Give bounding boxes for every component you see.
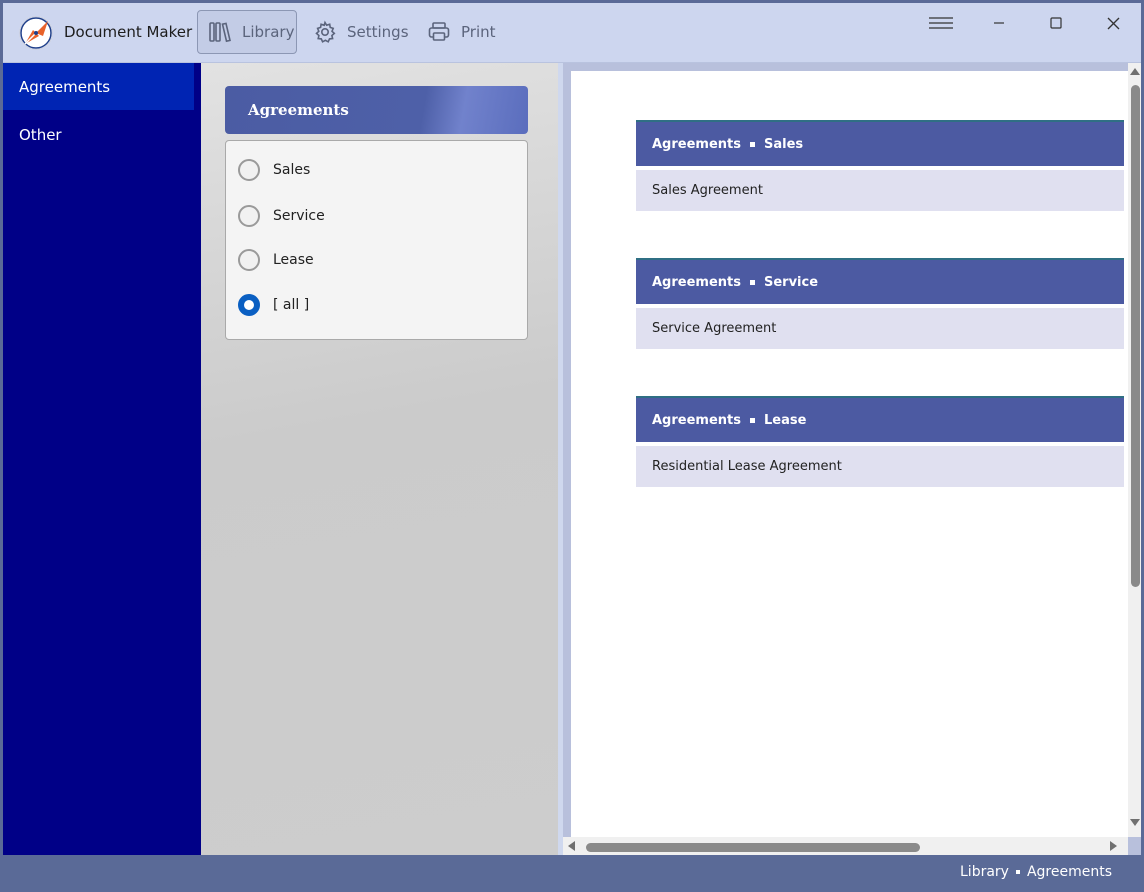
sidebar-item-label: Agreements: [19, 77, 111, 96]
status-bar: Library Agreements: [3, 855, 1141, 889]
minimize-icon[interactable]: [976, 8, 1022, 38]
category-radio-group: Sales Service Lease [ all ]: [225, 140, 528, 340]
library-button[interactable]: Library: [197, 10, 297, 54]
app-window: Document Maker Library Settings Print Ag…: [3, 3, 1141, 889]
section-subcategory: Service: [763, 274, 819, 290]
section-category: Agreements: [652, 136, 741, 152]
library-label: Library: [242, 23, 295, 41]
print-label: Print: [461, 23, 496, 41]
radio-button[interactable]: [238, 249, 260, 271]
bullet-separator: [749, 417, 755, 423]
filter-panel: Agreements Sales Service Lease [ all ]: [201, 63, 558, 855]
scroll-left-arrow-icon[interactable]: [568, 841, 575, 851]
section-subcategory: Sales: [763, 136, 804, 152]
bullet-separator: [749, 141, 755, 147]
document-link-sales-agreement[interactable]: Sales Agreement: [636, 170, 1124, 211]
title-bar: Document Maker Library Settings Print: [3, 3, 1141, 63]
breadcrumb-separator: [1015, 870, 1020, 874]
section-header: Agreements Lease: [636, 396, 1124, 442]
breadcrumb-item[interactable]: Agreements: [1027, 864, 1112, 880]
breadcrumb: Library Agreements: [960, 864, 1112, 880]
radio-button[interactable]: [238, 205, 260, 227]
document-link-service-agreement[interactable]: Service Agreement: [636, 308, 1124, 349]
sidebar: Agreements Other: [3, 63, 201, 855]
section-header: Agreements Service: [636, 258, 1124, 304]
radio-label: Sales: [273, 162, 311, 178]
pen-nib-logo-icon: [19, 16, 53, 50]
printer-icon: [427, 20, 451, 44]
radio-label: Service: [273, 208, 325, 224]
breadcrumb-item[interactable]: Library: [960, 864, 1009, 880]
radio-all[interactable]: [ all ]: [238, 291, 309, 319]
sidebar-item-agreements[interactable]: Agreements: [3, 63, 194, 110]
scroll-up-arrow-icon[interactable]: [1130, 68, 1140, 75]
horizontal-scroll-thumb[interactable]: [586, 843, 920, 852]
document-viewer: Agreements Sales Sales Agreement Agreeme…: [563, 63, 1141, 855]
bullet-separator: [749, 279, 755, 285]
section-header: Agreements Sales: [636, 120, 1124, 166]
horizontal-scrollbar[interactable]: [563, 837, 1128, 855]
radio-lease[interactable]: Lease: [238, 246, 314, 274]
radio-button[interactable]: [238, 159, 260, 181]
app-title: Document Maker: [64, 23, 193, 41]
radio-label: [ all ]: [273, 297, 310, 313]
radio-sales[interactable]: Sales: [238, 156, 310, 184]
scroll-right-arrow-icon[interactable]: [1110, 841, 1117, 851]
menu-icon[interactable]: [918, 8, 964, 38]
maximize-icon[interactable]: [1033, 8, 1079, 38]
document-title: Residential Lease Agreement: [652, 459, 842, 474]
document-title: Sales Agreement: [652, 183, 763, 198]
document-title: Service Agreement: [652, 321, 777, 336]
scroll-down-arrow-icon[interactable]: [1130, 819, 1140, 826]
radio-label: Lease: [273, 252, 314, 268]
vertical-scroll-thumb[interactable]: [1131, 85, 1140, 587]
filter-header: Agreements: [225, 86, 528, 134]
vertical-scrollbar[interactable]: [1128, 63, 1141, 837]
document-link-residential-lease-agreement[interactable]: Residential Lease Agreement: [636, 446, 1124, 487]
sidebar-item-other[interactable]: Other: [3, 111, 194, 158]
gear-icon: [313, 20, 337, 44]
radio-service[interactable]: Service: [238, 202, 325, 230]
section-category: Agreements: [652, 412, 741, 428]
section-subcategory: Lease: [763, 412, 807, 428]
settings-button[interactable]: Settings: [303, 10, 413, 54]
books-icon: [208, 20, 232, 44]
close-icon[interactable]: [1090, 8, 1136, 38]
settings-label: Settings: [347, 23, 409, 41]
radio-button-checked[interactable]: [238, 294, 260, 316]
sidebar-item-label: Other: [19, 125, 62, 144]
print-button[interactable]: Print: [417, 10, 507, 54]
section-category: Agreements: [652, 274, 741, 290]
document-page: Agreements Sales Sales Agreement Agreeme…: [571, 71, 1128, 837]
